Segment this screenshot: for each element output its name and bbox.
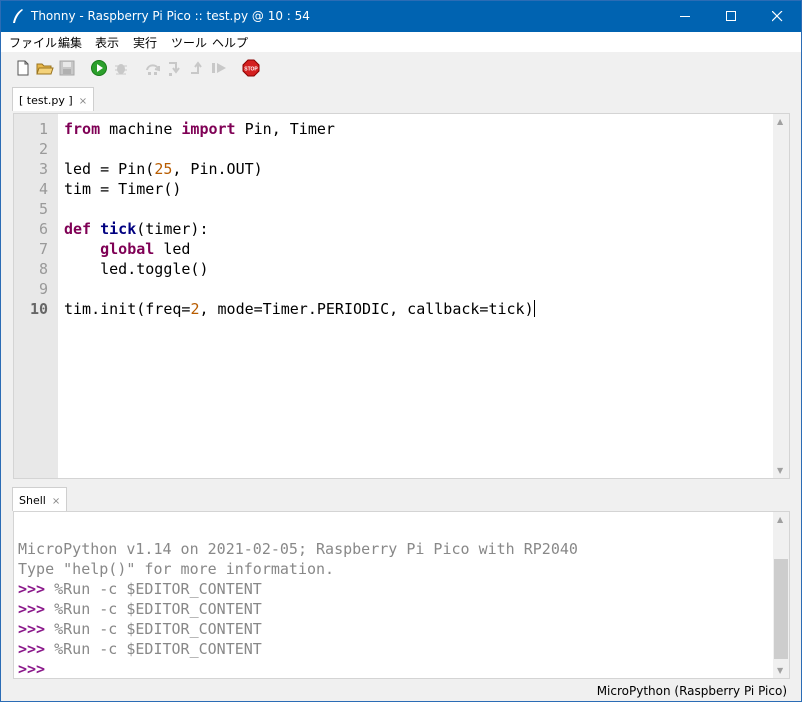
- maximize-icon: [726, 11, 736, 21]
- code-editor[interactable]: 1 2 3 4 5 6 7 8 9 10 from machine import…: [13, 113, 790, 479]
- shell-tab-bar: Shell ×: [1, 487, 801, 513]
- maximize-button[interactable]: [708, 1, 754, 32]
- thonny-app-icon: [11, 8, 25, 24]
- interpreter-selector[interactable]: MicroPython (Raspberry Pi Pico): [597, 684, 787, 698]
- text-cursor: [533, 300, 535, 317]
- step-over-button[interactable]: [144, 59, 162, 77]
- menu-edit[interactable]: 編集: [58, 34, 82, 51]
- menu-tools[interactable]: ツール: [171, 34, 207, 51]
- stop-label: STOP: [244, 67, 258, 73]
- close-icon: [772, 11, 783, 22]
- scroll-up-icon[interactable]: ▲: [777, 117, 783, 126]
- line-number-gutter: 1 2 3 4 5 6 7 8 9 10: [14, 114, 58, 478]
- scroll-up-icon[interactable]: ▲: [777, 515, 783, 524]
- line-number: 1: [38, 120, 48, 138]
- open-file-icon: [36, 63, 54, 75]
- stop-icon: STOP: [242, 59, 260, 77]
- menu-bar: ファイル 編集 表示 実行 ツール ヘルプ: [1, 32, 801, 52]
- line-number: 6: [38, 220, 48, 238]
- close-tab-icon[interactable]: ×: [79, 96, 87, 107]
- code-line-8: led.toggle(): [64, 260, 209, 278]
- new-file-icon: [17, 60, 29, 76]
- thonny-window: Thonny - Raspberry Pi Pico :: test.py @ …: [0, 0, 802, 702]
- close-button[interactable]: [754, 1, 800, 32]
- line-number: 7: [38, 240, 48, 258]
- step-out-button[interactable]: [188, 59, 206, 77]
- shell-scrollbar[interactable]: ▲ ▼: [773, 512, 789, 678]
- new-file-button[interactable]: [14, 59, 32, 77]
- scroll-down-icon[interactable]: ▼: [777, 666, 783, 675]
- toolbar: STOP: [1, 52, 801, 84]
- code-line-7: global led: [100, 240, 191, 258]
- run-button[interactable]: [90, 59, 108, 77]
- resume-icon: [212, 63, 226, 73]
- line-number: 8: [38, 260, 48, 278]
- debug-icon: [115, 64, 127, 75]
- scroll-down-icon[interactable]: ▼: [777, 466, 783, 475]
- line-number: 3: [38, 160, 48, 178]
- window-title: Thonny - Raspberry Pi Pico :: test.py @ …: [31, 9, 310, 23]
- shell-input-line[interactable]: >>>: [18, 660, 54, 678]
- open-file-button[interactable]: [36, 59, 54, 77]
- shell-panel[interactable]: MicroPython v1.14 on 2021-02-05; Raspber…: [13, 511, 790, 679]
- minimize-button[interactable]: [662, 1, 708, 32]
- step-into-button[interactable]: [166, 59, 184, 77]
- stop-button[interactable]: STOP: [242, 59, 260, 77]
- shell-line: MicroPython v1.14 on 2021-02-05; Raspber…: [18, 540, 578, 558]
- current-line-number: 10: [29, 300, 48, 318]
- status-bar: MicroPython (Raspberry Pi Pico): [1, 681, 801, 701]
- menu-run[interactable]: 実行: [133, 34, 157, 51]
- code-line-4: tim = Timer(): [64, 180, 182, 198]
- step-out-icon: [191, 61, 202, 74]
- editor-tab-bar: [ test.py ] ×: [1, 87, 801, 113]
- code-line-10: tim.init(freq=2, mode=Timer.PERIODIC, ca…: [64, 300, 535, 318]
- menu-view[interactable]: 表示: [95, 34, 119, 51]
- step-into-icon: [169, 62, 180, 76]
- line-number: 5: [38, 200, 48, 218]
- code-line-3: led = Pin(25, Pin.OUT): [64, 160, 263, 178]
- step-over-icon: [146, 64, 160, 75]
- shell-line: >>> %Run -c $EDITOR_CONTENT: [18, 620, 262, 638]
- run-icon: [91, 60, 107, 76]
- menu-file[interactable]: ファイル: [9, 34, 57, 51]
- title-bar: Thonny - Raspberry Pi Pico :: test.py @ …: [1, 1, 801, 32]
- minimize-icon: [680, 16, 690, 17]
- shell-line: >>> %Run -c $EDITOR_CONTENT: [18, 600, 262, 618]
- shell-line: >>> %Run -c $EDITOR_CONTENT: [18, 580, 262, 598]
- menu-help[interactable]: ヘルプ: [212, 34, 248, 51]
- editor-scrollbar[interactable]: ▲ ▼: [773, 114, 789, 478]
- line-number: 4: [38, 180, 48, 198]
- line-number: 9: [38, 280, 48, 298]
- code-line-6: def tick(timer):: [64, 220, 209, 238]
- shell-line: >>> %Run -c $EDITOR_CONTENT: [18, 640, 262, 658]
- tab-label: [ test.py ]: [19, 94, 73, 107]
- tab-shell[interactable]: Shell ×: [12, 487, 68, 511]
- save-icon: [59, 60, 75, 76]
- close-tab-icon[interactable]: ×: [52, 496, 60, 507]
- line-number: 2: [38, 140, 48, 158]
- save-button[interactable]: [58, 59, 76, 77]
- scrollbar-thumb[interactable]: [774, 559, 788, 659]
- tab-test-py[interactable]: [ test.py ] ×: [12, 87, 95, 111]
- resume-button[interactable]: [210, 59, 228, 77]
- debug-button[interactable]: [112, 59, 130, 77]
- tab-label: Shell: [19, 494, 46, 507]
- code-line-1: from machine import Pin, Timer: [64, 120, 335, 138]
- shell-line: Type "help()" for more information.: [18, 560, 335, 578]
